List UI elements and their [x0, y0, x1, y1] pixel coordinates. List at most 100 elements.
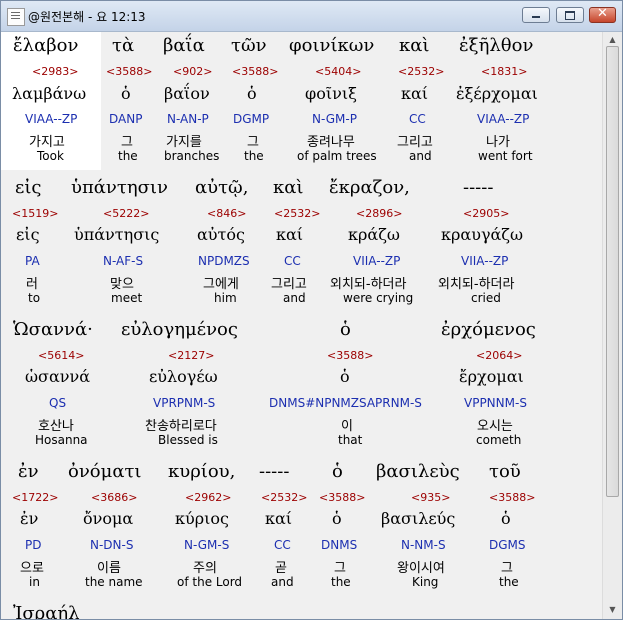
parsing-code: DGMP — [233, 112, 270, 126]
greek-word: εὐλογημένος — [121, 319, 238, 340]
greek-word: βασιλεὺς — [376, 461, 460, 482]
title-bar[interactable]: @원전본해 - 요 12:13 ✕ — [1, 1, 622, 32]
parsing-code: VIAA--ZP — [25, 112, 78, 126]
parsing-code: DANP — [109, 112, 143, 126]
greek-word: ----- — [259, 461, 290, 482]
lemma: βασιλεύς — [381, 509, 456, 528]
korean-gloss: 으로 — [20, 561, 44, 576]
strong-number: <3588> — [106, 65, 153, 78]
parsing-code: DNMS#NPNMZSAPRNM-S — [269, 396, 422, 410]
english-gloss: the — [118, 149, 138, 163]
lemma: ὑπάντησις — [74, 225, 160, 244]
english-gloss: the — [244, 149, 264, 163]
scroll-up-arrow-icon[interactable]: ▲ — [605, 32, 620, 47]
strong-number: <2532> — [398, 65, 445, 78]
lemma: ὁ — [247, 84, 257, 103]
greek-word: Ὡσαννά· — [13, 319, 93, 340]
english-gloss: in — [29, 575, 40, 589]
greek-word: εἰς — [15, 177, 42, 198]
english-gloss: branches — [164, 149, 220, 163]
lemma: εὐλογέω — [149, 367, 218, 386]
english-gloss: were crying — [343, 291, 414, 305]
greek-word: βαΐα — [163, 35, 205, 56]
greek-word: καὶ — [399, 35, 430, 56]
minimize-button[interactable] — [522, 7, 550, 23]
app-window: @원전본해 - 요 12:13 ✕ ἔλαβον <2983> λαμβάνω … — [0, 0, 623, 620]
korean-gloss: 외치되-하더라 — [438, 277, 515, 292]
parsing-code: PA — [25, 254, 40, 268]
korean-gloss: 가지고 — [29, 135, 65, 150]
minimize-icon — [532, 16, 540, 18]
lemma: κραυγάζω — [441, 225, 524, 244]
greek-word: ὁ — [332, 461, 343, 482]
korean-gloss: 왕이시여 — [397, 561, 445, 576]
strong-number: <5222> — [103, 207, 150, 220]
maximize-icon — [565, 11, 575, 20]
maximize-button[interactable] — [556, 7, 584, 23]
parsing-code: VPRPNM-S — [153, 396, 216, 410]
greek-word: ἔκραζον, — [329, 177, 410, 198]
lemma: ἐξέρχομαι — [456, 84, 538, 103]
korean-gloss: 가지를 — [166, 135, 202, 150]
parsing-code: VIIA--ZP — [461, 254, 509, 268]
parsing-code: PD — [25, 538, 42, 552]
strong-number: <5404> — [315, 65, 362, 78]
parsing-code: NPDMZS — [198, 254, 250, 268]
parsing-code: QS — [49, 396, 67, 410]
lemma: αὐτός — [197, 225, 245, 244]
parsing-code: DGMS — [489, 538, 526, 552]
korean-gloss: 그 — [121, 135, 133, 150]
strong-number: <3588> — [489, 491, 536, 504]
english-gloss: him — [214, 291, 237, 305]
lemma: βαΐον — [164, 84, 210, 103]
close-button[interactable]: ✕ — [589, 6, 616, 23]
greek-word: ὑπάντησιν — [71, 177, 168, 198]
korean-gloss: 찬송하리로다 — [145, 419, 217, 434]
strong-number: <2905> — [463, 207, 510, 220]
strong-number: <2983> — [32, 65, 79, 78]
parsing-code: N-NM-S — [401, 538, 446, 552]
english-gloss: and — [271, 575, 294, 589]
lemma: εἰς — [16, 225, 40, 244]
strong-number: <3686> — [91, 491, 138, 504]
korean-gloss: 그 — [334, 561, 346, 576]
parsing-code: N-AF-S — [103, 254, 144, 268]
strong-number: <1722> — [12, 491, 59, 504]
parsing-code: CC — [284, 254, 301, 268]
parsing-code: DNMS — [321, 538, 358, 552]
english-gloss: and — [409, 149, 432, 163]
lemma: ὁ — [340, 367, 350, 386]
greek-word: φοινίκων — [289, 35, 375, 56]
document-icon — [7, 8, 25, 26]
parsing-code: N-GM-P — [312, 112, 357, 126]
lemma: ὡσαννά — [25, 367, 91, 386]
english-gloss: that — [338, 433, 363, 447]
greek-word: κυρίου, — [168, 461, 236, 482]
greek-word: αὐτῷ, — [195, 177, 249, 198]
korean-gloss: 그리고 — [397, 135, 433, 150]
greek-word: καὶ — [273, 177, 304, 198]
korean-gloss: 주의 — [193, 561, 217, 576]
greek-word: ὀνόματι — [68, 461, 142, 482]
greek-word: Ἰσραήλ — [13, 603, 80, 619]
english-gloss: cried — [471, 291, 501, 305]
english-gloss: Hosanna — [35, 433, 88, 447]
korean-gloss: 종려나무 — [307, 135, 355, 150]
parsing-code: N-DN-S — [90, 538, 134, 552]
scroll-down-arrow-icon[interactable]: ▼ — [605, 602, 620, 617]
greek-word: ὁ — [340, 319, 351, 340]
korean-gloss: 이 — [341, 419, 353, 434]
parsing-code: CC — [274, 538, 291, 552]
close-icon: ✕ — [597, 6, 608, 21]
english-gloss: of the Lord — [177, 575, 243, 589]
english-gloss: to — [28, 291, 41, 305]
english-gloss: King — [412, 575, 439, 589]
english-gloss: of palm trees — [297, 149, 377, 163]
interlinear-text-pane[interactable]: ἔλαβον <2983> λαμβάνω VIAA--ZP 가지고 Took … — [1, 32, 602, 619]
parsing-code: N-AN-P — [167, 112, 209, 126]
vertical-scrollbar[interactable]: ▲ ▼ — [602, 32, 622, 619]
english-gloss: and — [283, 291, 306, 305]
window-title: @원전본해 - 요 12:13 — [28, 10, 146, 24]
scrollbar-thumb[interactable] — [606, 46, 619, 497]
lemma: καί — [265, 509, 293, 528]
